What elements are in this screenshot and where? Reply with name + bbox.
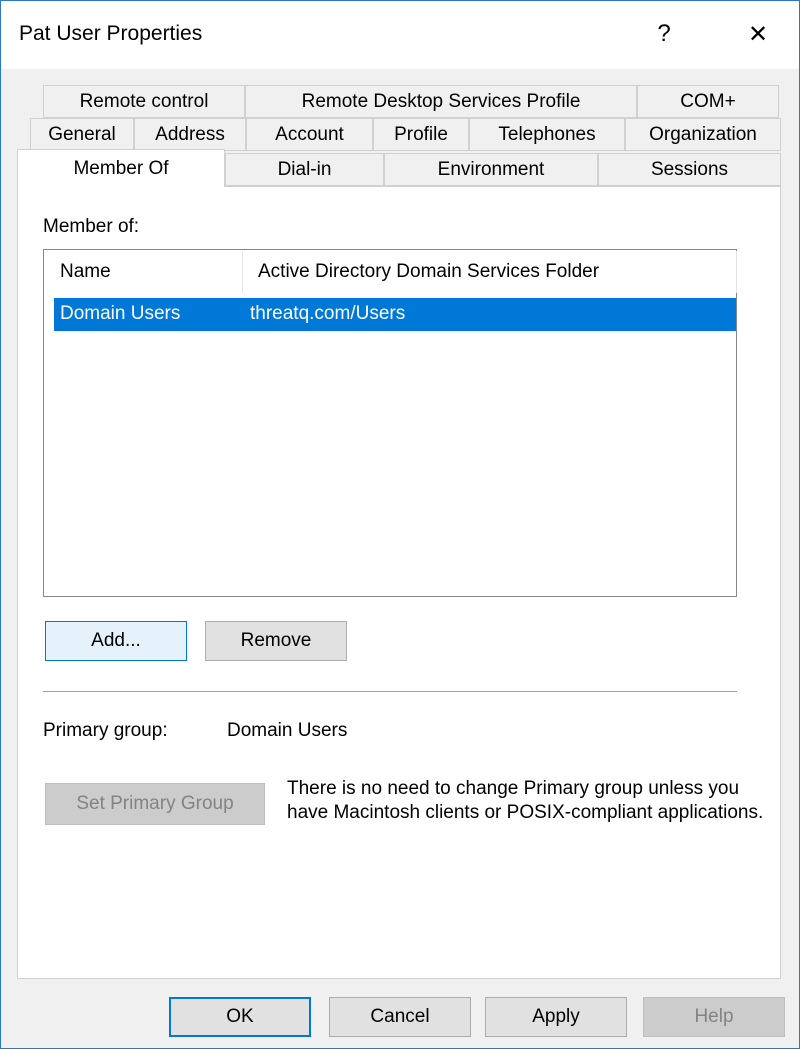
tab-address[interactable]: Address <box>134 118 246 151</box>
tab-account[interactable]: Account <box>246 118 373 151</box>
title-bar[interactable]: Pat User Properties ? ✕ <box>1 1 799 69</box>
tab-profile[interactable]: Profile <box>373 118 469 151</box>
list-header: Name Active Directory Domain Services Fo… <box>45 251 737 293</box>
remove-button[interactable]: Remove <box>205 621 347 661</box>
primary-group-note: There is no need to change Primary group… <box>287 778 764 823</box>
properties-dialog: Pat User Properties ? ✕ Remote control R… <box>0 0 800 1049</box>
tab-remote-desktop-services-profile[interactable]: Remote Desktop Services Profile <box>245 85 637 118</box>
column-header-name[interactable]: Name <box>45 251 243 293</box>
tab-telephones[interactable]: Telephones <box>469 118 625 151</box>
set-primary-group-button[interactable]: Set Primary Group <box>45 783 265 825</box>
primary-group-label: Primary group: <box>43 720 168 741</box>
help-icon[interactable]: ? <box>641 11 687 57</box>
member-of-label: Member of: <box>43 216 140 237</box>
list-item[interactable]: Domain Users threatq.com/Users <box>54 298 736 331</box>
tab-com-plus[interactable]: COM+ <box>637 85 779 118</box>
tab-general[interactable]: General <box>30 118 134 151</box>
list-item-folder: threatq.com/Users <box>250 303 406 324</box>
tab-environment[interactable]: Environment <box>384 153 598 186</box>
cancel-button[interactable]: Cancel <box>329 997 471 1037</box>
separator <box>43 691 737 692</box>
tab-remote-control[interactable]: Remote control <box>43 85 245 118</box>
tab-sessions[interactable]: Sessions <box>598 153 781 186</box>
list-item-name: Domain Users <box>60 303 181 324</box>
window-title: Pat User Properties <box>19 22 203 45</box>
help-button[interactable]: Help <box>643 997 785 1037</box>
primary-group-value: Domain Users <box>227 720 348 741</box>
tab-organization[interactable]: Organization <box>625 118 781 151</box>
column-header-folder[interactable]: Active Directory Domain Services Folder <box>243 251 737 293</box>
member-of-list[interactable]: Name Active Directory Domain Services Fo… <box>43 249 737 597</box>
tab-dial-in[interactable]: Dial-in <box>225 153 384 186</box>
apply-button[interactable]: Apply <box>485 997 627 1037</box>
tab-member-of[interactable]: Member Of <box>17 149 225 187</box>
ok-button[interactable]: OK <box>169 997 311 1037</box>
add-button[interactable]: Add... <box>45 621 187 661</box>
close-icon[interactable]: ✕ <box>735 11 781 57</box>
